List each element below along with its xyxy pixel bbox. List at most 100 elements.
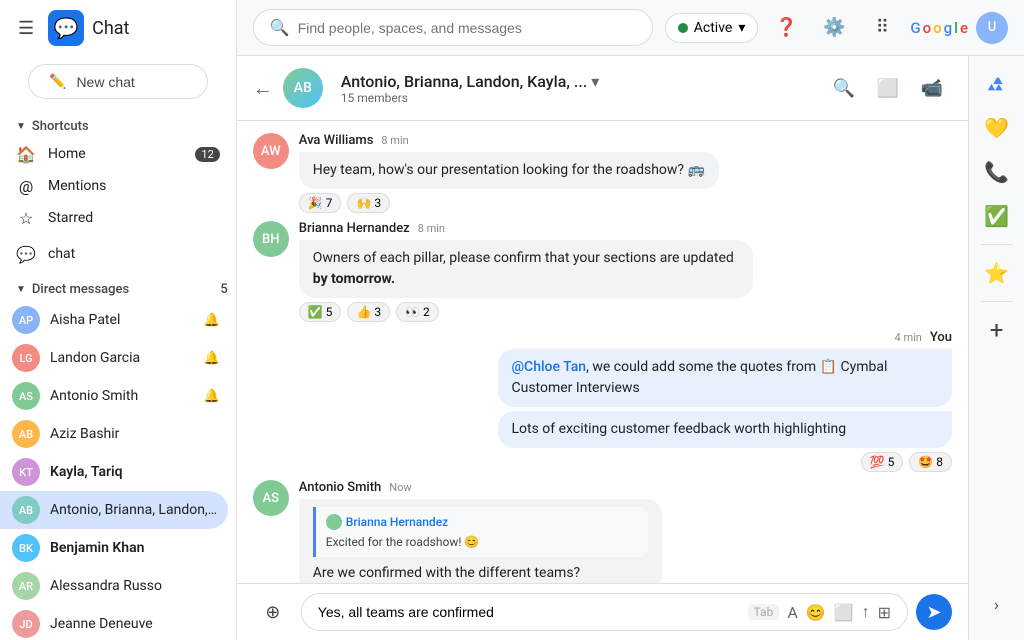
search-input[interactable] [298, 20, 636, 36]
reaction[interactable]: 🙌 3 [347, 193, 390, 213]
new-chat-button[interactable]: ✏️ New chat [28, 64, 208, 99]
dm-name: Antonio Smith [50, 388, 200, 404]
emoji-icon[interactable]: 😊 [806, 603, 826, 622]
google-logo[interactable]: Google [910, 19, 968, 37]
dm-item-alessandra[interactable]: AR Alessandra Russo [0, 567, 228, 605]
active-status-button[interactable]: Active ▾ [665, 13, 759, 43]
chevron-down-icon: ▼ [16, 121, 26, 132]
right-panel: 💛 📞 ✅ ⭐ + › [968, 56, 1024, 640]
settings-button[interactable]: ⚙️ [814, 8, 854, 48]
message-bubble: @Chloe Tan, we could add some the quotes… [498, 349, 953, 407]
reactions: ✅ 5 👍 3 👀 2 [299, 302, 754, 322]
message-bubble-2: Lots of exciting customer feedback worth… [498, 411, 953, 448]
phone-icon[interactable]: 📞 [977, 152, 1017, 192]
reaction[interactable]: 👍 3 [347, 302, 390, 322]
message-content: Ava Williams 8 min Hey team, how's our p… [299, 133, 719, 213]
message-header: You 4 min [498, 330, 953, 345]
more-options-icon[interactable]: ⊞ [878, 603, 891, 622]
sidebar-item-mentions[interactable]: @ Mentions [0, 170, 228, 202]
dm-item-landon[interactable]: LG Landon Garcia 🔔 [0, 339, 228, 377]
dm-name: Kayla, Tariq [50, 464, 220, 480]
dm-name: Landon Garcia [50, 350, 200, 366]
home-label: Home [48, 146, 195, 162]
reaction[interactable]: 🤩 8 [909, 452, 952, 472]
expand-icon[interactable]: › [977, 584, 1017, 624]
message-bubble: Brianna Hernandez Excited for the roadsh… [299, 499, 662, 583]
reaction[interactable]: 💯 5 [861, 452, 904, 472]
google-o2: o [933, 19, 942, 37]
chevron-down-icon[interactable]: ▾ [591, 72, 599, 91]
dm-item-benjamin[interactable]: BK Benjamin Khan [0, 529, 228, 567]
search-box[interactable]: 🔍 [253, 9, 653, 46]
dm-item-group-active[interactable]: AB Antonio, Brianna, Landon, Kayla... [0, 491, 228, 529]
keep-icon[interactable]: 💛 [977, 108, 1017, 148]
upload-icon[interactable]: ↑ [862, 602, 870, 622]
sidebar-item-chat[interactable]: 💬 chat [0, 238, 228, 270]
help-button[interactable]: ❓ [766, 8, 806, 48]
search-icon: 🔍 [270, 18, 290, 37]
message-bubble: Hey team, how's our presentation looking… [299, 152, 719, 189]
call-button[interactable]: 📹 [912, 68, 952, 108]
new-chat-area: ✏️ New chat [0, 56, 236, 115]
bell-icon: 🔔 [204, 389, 220, 404]
send-button[interactable]: ➤ [916, 594, 952, 630]
message-sender: You [930, 330, 952, 345]
mentions-icon: @ [16, 176, 36, 196]
tasks-icon[interactable]: ✅ [977, 196, 1017, 236]
direct-messages-section-header[interactable]: ▼ Direct messages 5 [0, 278, 236, 301]
drive-icon[interactable] [977, 64, 1017, 104]
dm-item-kayla[interactable]: KT Kayla, Tariq [0, 453, 228, 491]
mention-icon[interactable]: ⬜ [834, 603, 854, 622]
back-button[interactable]: ← [253, 76, 273, 101]
avatar: JD [12, 610, 40, 638]
direct-messages-label: Direct messages [32, 282, 129, 297]
star-panel-icon[interactable]: ⭐ [977, 253, 1017, 293]
avatar: BH [253, 221, 289, 257]
chat-header-info: Antonio, Brianna, Landon, Kayla, ... ▾ 1… [341, 72, 814, 105]
video-button[interactable]: ⬜ [868, 68, 908, 108]
user-avatar[interactable]: U [976, 12, 1008, 44]
dm-name: Aziz Bashir [50, 426, 220, 442]
group-avatar-img: AB [283, 68, 323, 108]
reaction[interactable]: 👀 2 [396, 302, 439, 322]
chevron-down-icon: ▾ [738, 20, 745, 36]
group-avatar: AB [283, 68, 323, 108]
dm-badge: 5 [220, 282, 227, 297]
sidebar-item-starred[interactable]: ☆ Starred [0, 202, 228, 234]
dm-item-aisha[interactable]: AP Aisha Patel 🔔 [0, 301, 228, 339]
dm-item-antonio[interactable]: AS Antonio Smith 🔔 [0, 377, 228, 415]
chat-container: ← AB Antonio, Brianna, Landon, Kayla, ..… [237, 56, 1024, 640]
reaction[interactable]: 🎉 7 [299, 193, 342, 213]
messages-area: AW Ava Williams 8 min Hey team, how's ou… [237, 121, 968, 583]
chevron-down-icon: ▼ [16, 284, 26, 295]
message-content: Antonio Smith Now Brianna Hernandez Exci… [299, 480, 662, 583]
message-header: Antonio Smith Now [299, 480, 662, 495]
message-row: AW Ava Williams 8 min Hey team, how's ou… [253, 133, 952, 213]
avatar: LG [12, 344, 40, 372]
google-g: G [910, 19, 920, 37]
reaction[interactable]: ✅ 5 [299, 302, 342, 322]
avatar: AR [12, 572, 40, 600]
avatar: BK [12, 534, 40, 562]
sidebar-item-home[interactable]: 🏠 Home 12 [0, 138, 228, 170]
dm-item-jeanne[interactable]: JD Jeanne Deneuve [0, 605, 228, 640]
message-input[interactable] [318, 604, 740, 620]
shortcuts-section-header[interactable]: ▼ Shortcuts [0, 115, 236, 138]
star-icon: ☆ [16, 208, 36, 228]
sidebar-header: ☰ 💬 Chat [0, 0, 236, 56]
add-panel-icon[interactable]: + [977, 310, 1017, 350]
message-header: Brianna Hernandez 8 min [299, 221, 754, 236]
apps-button[interactable]: ⠿ [862, 8, 902, 48]
dm-item-aziz[interactable]: AB Aziz Bashir [0, 415, 228, 453]
mentions-label: Mentions [48, 178, 220, 194]
avatar: AP [12, 306, 40, 334]
home-badge: 12 [195, 147, 219, 162]
format-text-icon[interactable]: A [787, 603, 797, 622]
message-time: Now [389, 481, 411, 494]
add-attachment-button[interactable]: ⊕ [253, 592, 293, 632]
message-sender: Antonio Smith [299, 480, 382, 495]
message-input-box[interactable]: Tab A 😊 ⬜ ↑ ⊞ [301, 593, 908, 631]
menu-icon[interactable]: ☰ [12, 12, 40, 45]
search-in-chat-button[interactable]: 🔍 [824, 68, 864, 108]
message-content: Brianna Hernandez 8 min Owners of each p… [299, 221, 754, 322]
